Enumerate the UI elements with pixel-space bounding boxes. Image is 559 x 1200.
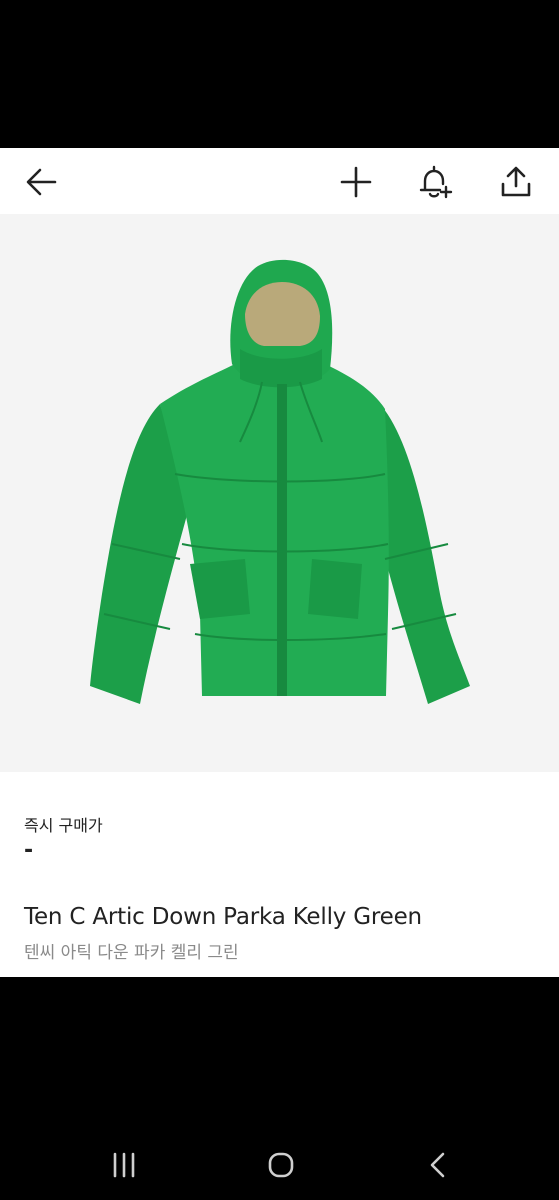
price-alert-button[interactable] xyxy=(416,162,456,202)
product-name-english: Ten C Artic Down Parka Kelly Green xyxy=(24,904,422,930)
share-button[interactable] xyxy=(496,162,536,202)
arrow-left-icon xyxy=(26,168,57,196)
system-back-button[interactable] xyxy=(418,1145,458,1185)
plus-icon xyxy=(340,166,372,198)
product-info: 즉시 구매가 - Ten C Artic Down Parka Kelly Gr… xyxy=(0,772,559,977)
product-detail-screen: 즉시 구매가 - Ten C Artic Down Parka Kelly Gr… xyxy=(0,148,559,977)
product-name-korean: 텐씨 아틱 다운 파카 켈리 그린 xyxy=(24,943,239,963)
share-upload-icon xyxy=(501,166,531,197)
top-toolbar xyxy=(0,148,559,214)
instant-buy-price-value: - xyxy=(24,838,34,863)
home-icon xyxy=(268,1152,294,1178)
product-image[interactable] xyxy=(0,214,559,772)
back-chevron-icon xyxy=(430,1152,445,1178)
jacket-image xyxy=(90,259,470,704)
recents-button[interactable] xyxy=(104,1145,144,1185)
bell-plus-icon xyxy=(419,165,453,199)
home-button[interactable] xyxy=(261,1145,301,1185)
recents-icon xyxy=(113,1152,135,1178)
instant-buy-price-label: 즉시 구매가 xyxy=(24,816,103,835)
add-button[interactable] xyxy=(336,162,376,202)
back-button[interactable] xyxy=(22,162,62,202)
status-bar-area xyxy=(0,0,559,148)
